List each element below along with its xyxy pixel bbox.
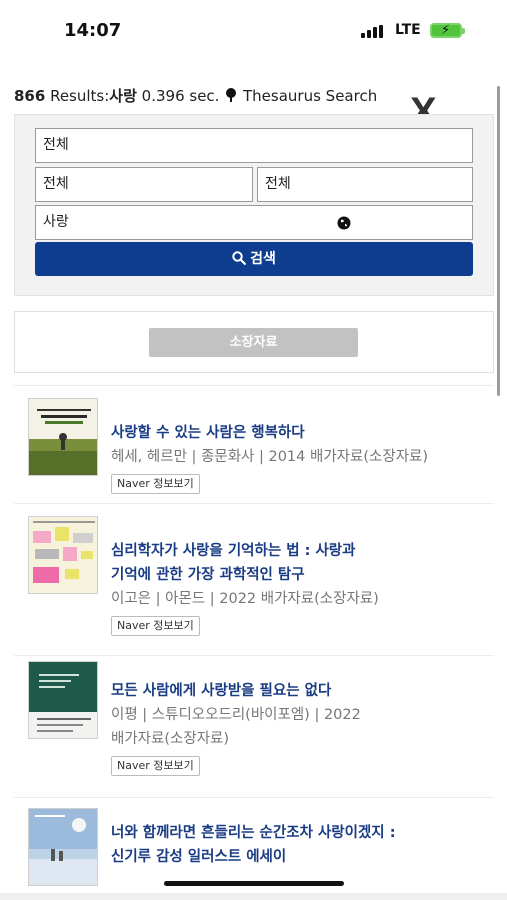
search-keyword: 사랑 — [43, 214, 69, 230]
list-item[interactable]: 사랑할 수 있는 사람은 행복하다 헤세, 헤르만 | 종문화사 | 2014 … — [14, 385, 494, 503]
book-cover[interactable] — [28, 808, 98, 886]
book-cover[interactable] — [28, 516, 98, 594]
results-summary: 866 Results:사랑 0.396 sec. Thesaurus Sear… — [14, 85, 377, 106]
search-input[interactable]: 사랑 — [35, 205, 473, 240]
naver-info-button[interactable]: Naver 정보보기 — [111, 616, 200, 636]
book-meta-line: 배가자료(소장자료) — [111, 731, 230, 747]
results-count: 866 — [14, 87, 46, 105]
search-icon — [232, 251, 247, 265]
book-title[interactable]: 사랑할 수 있는 사람은 행복하다 — [111, 421, 481, 445]
naver-info-button[interactable]: Naver 정보보기 — [111, 756, 200, 776]
home-indicator[interactable] — [164, 881, 344, 886]
book-title-line: 심리학자가 사랑을 기억하는 법 : 사랑과 — [111, 543, 356, 559]
thesaurus-label: Thesaurus Search — [238, 87, 378, 105]
list-item[interactable]: 모든 사람에게 사랑받을 필요는 없다 이평 | 스튜디오오드리(바이포엠) |… — [14, 655, 494, 797]
search-button-label: 검색 — [250, 251, 276, 267]
results-time: 0.396 sec. — [136, 87, 220, 105]
naver-info-button[interactable]: Naver 정보보기 — [111, 474, 200, 494]
book-title[interactable]: 너와 함께라면 흔들리는 순간조차 사랑이겠지 : 신기루 감성 일러스트 에세… — [111, 821, 481, 869]
thesaurus-link[interactable]: Thesaurus Search — [224, 87, 377, 105]
globe-icon[interactable] — [337, 216, 351, 230]
list-item[interactable]: 심리학자가 사랑을 기억하는 법 : 사랑과 기억에 관한 가장 과학적인 탐구… — [14, 503, 494, 655]
results-label: Results: — [45, 87, 110, 105]
book-title[interactable]: 모든 사람에게 사랑받을 필요는 없다 — [111, 679, 481, 703]
battery-charging-icon: ⚡ — [430, 23, 465, 38]
scrollbar[interactable] — [497, 86, 500, 396]
search-panel: 전체 전체 전체 사랑 검색 — [14, 114, 494, 296]
signal-icon — [361, 25, 387, 38]
results-query: 사랑 — [109, 87, 137, 105]
holdings-filter-box: 소장자료 — [14, 311, 494, 373]
book-meta-line: 이평 | 스튜디오오드리(바이포엠) | 2022 — [111, 707, 361, 723]
book-cover[interactable] — [28, 661, 98, 739]
search-field-select-3[interactable]: 전체 — [257, 167, 473, 202]
book-meta-line: 헤세, 헤르만 | 종문화사 | 2014 배가자료(소장자료) — [111, 449, 429, 465]
bottom-strip — [0, 893, 507, 900]
book-meta: 이평 | 스튜디오오드리(바이포엠) | 2022 배가자료(소장자료) — [111, 703, 481, 751]
book-title-line: 모든 사람에게 사랑받을 필요는 없다 — [111, 683, 332, 699]
book-title[interactable]: 심리학자가 사랑을 기억하는 법 : 사랑과 기억에 관한 가장 과학적인 탐구 — [111, 539, 481, 587]
tree-icon — [226, 88, 237, 102]
book-title-line: 너와 함께라면 흔들리는 순간조차 사랑이겠지 : — [111, 825, 396, 841]
book-cover[interactable] — [28, 398, 98, 476]
search-field-select-2[interactable]: 전체 — [35, 167, 253, 202]
status-bar: 14:07 LTE ⚡ — [0, 0, 507, 62]
book-meta: 헤세, 헤르만 | 종문화사 | 2014 배가자료(소장자료) — [111, 445, 481, 469]
book-meta: 이고은 | 아몬드 | 2022 배가자료(소장자료) — [111, 587, 481, 611]
book-meta-line: 이고은 | 아몬드 | 2022 배가자료(소장자료) — [111, 591, 379, 607]
book-title-line: 신기루 감성 일러스트 에세이 — [111, 849, 287, 865]
search-button[interactable]: 검색 — [35, 242, 473, 276]
book-title-line: 기억에 관한 가장 과학적인 탐구 — [111, 567, 305, 583]
holdings-button[interactable]: 소장자료 — [149, 328, 358, 357]
status-time: 14:07 — [64, 20, 122, 41]
book-title-line: 사랑할 수 있는 사람은 행복하다 — [111, 425, 305, 441]
search-field-select-1[interactable]: 전체 — [35, 128, 473, 163]
network-label: LTE — [395, 22, 421, 38]
